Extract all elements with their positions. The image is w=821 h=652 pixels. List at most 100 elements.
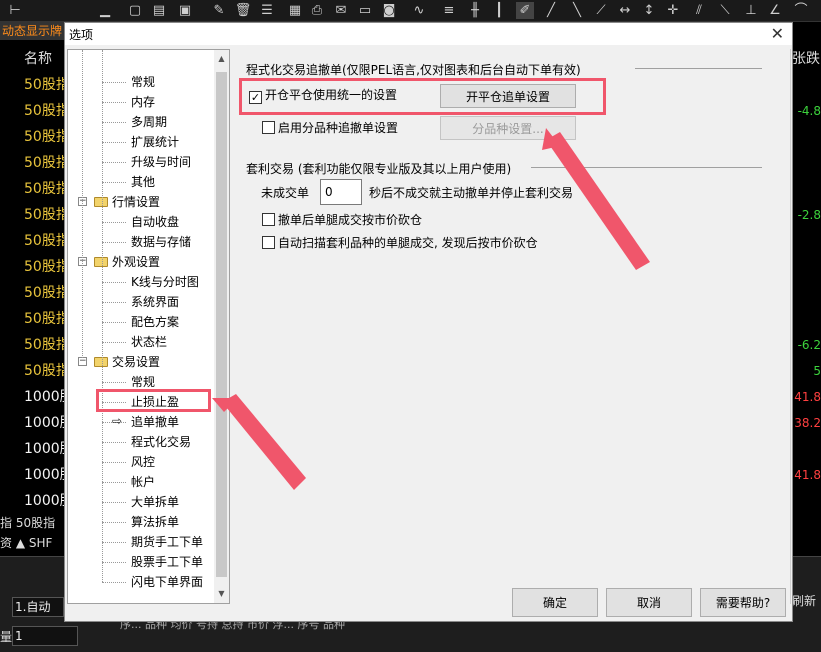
- draw-icon[interactable]: ✐: [516, 2, 534, 19]
- tree-item[interactable]: 常规: [131, 72, 155, 92]
- quote-row-name[interactable]: 1000股: [0, 462, 64, 488]
- camera-icon[interactable]: ◙: [380, 2, 398, 19]
- segment-tool-icon[interactable]: ⟋: [592, 2, 610, 19]
- cross-tool-icon[interactable]: ✛: [664, 2, 682, 19]
- unfilled-seconds-input[interactable]: 0: [320, 179, 362, 205]
- ok-button[interactable]: 确定: [512, 588, 598, 617]
- tree-item[interactable]: 股票手工下单: [131, 552, 203, 572]
- doc-icon[interactable]: ▭: [356, 2, 374, 19]
- tree-item[interactable]: 大单拆单: [131, 492, 179, 512]
- tree-item[interactable]: 内存: [131, 92, 155, 112]
- board-title: 动态显示牌: [0, 22, 64, 40]
- tree-item[interactable]: 其他: [131, 172, 155, 192]
- checkbox-icon[interactable]: [262, 121, 275, 134]
- order-mode-select[interactable]: 1.自动: [12, 597, 64, 617]
- exchange-tab-row[interactable]: 资 ▲ SHF: [0, 533, 64, 553]
- candle-icon[interactable]: ╫: [466, 2, 484, 19]
- tree-connector: [102, 142, 126, 143]
- tree-item[interactable]: 多周期: [131, 112, 167, 132]
- wave-icon[interactable]: ∿: [410, 2, 428, 19]
- mail-icon[interactable]: ✉: [332, 2, 350, 19]
- quote-row-name[interactable]: 50股指: [0, 306, 64, 332]
- bar-icon[interactable]: ┃: [490, 2, 508, 19]
- variety-setting-checkbox[interactable]: 启用分品种追撤单设置: [262, 120, 398, 138]
- folder-icon[interactable]: ▤: [150, 2, 168, 19]
- tree-item[interactable]: 升级与时间: [131, 152, 191, 172]
- hline-tool-icon[interactable]: ↔: [616, 2, 634, 19]
- section-divider: [531, 167, 762, 168]
- tree-scrollbar[interactable]: ▲ ▼: [214, 50, 229, 603]
- quote-row-name[interactable]: 50股指: [0, 280, 64, 306]
- quote-row-name[interactable]: 50股指: [0, 150, 64, 176]
- quote-row-name[interactable]: 50股指: [0, 72, 64, 98]
- layout-icon[interactable]: ▦: [286, 2, 304, 19]
- variety-settings-button[interactable]: 分品种设置...: [440, 116, 576, 140]
- pointer-icon[interactable]: ⊢: [6, 2, 24, 19]
- checkbox-icon[interactable]: [262, 236, 275, 249]
- tree-item[interactable]: 期货手工下单: [131, 532, 203, 552]
- checkbox-icon[interactable]: [262, 213, 275, 226]
- bottom-tab-row[interactable]: 指 50股指: [0, 513, 64, 533]
- angle-tool-icon[interactable]: ∠: [766, 2, 784, 19]
- tree-item[interactable]: 帐户: [131, 472, 155, 492]
- print-icon[interactable]: ⎙: [308, 2, 326, 19]
- tree-item[interactable]: 程式化交易: [131, 432, 191, 452]
- quote-row-name[interactable]: 50股指: [0, 254, 64, 280]
- close-icon[interactable]: ✕: [771, 24, 784, 43]
- tree-group-label[interactable]: 外观设置: [112, 252, 160, 272]
- ray-tool-icon[interactable]: ╲: [568, 2, 586, 19]
- tree-item[interactable]: 风控: [131, 452, 155, 472]
- window-icon[interactable]: ▢: [126, 2, 144, 19]
- cancel-leg-checkbox[interactable]: 撤单后单腿成交按市价砍仓: [262, 212, 422, 230]
- tree-group-label[interactable]: 行情设置: [112, 192, 160, 212]
- delete-icon[interactable]: 🗑: [234, 2, 252, 19]
- vline-tool-icon[interactable]: ↕: [640, 2, 658, 19]
- tree-item[interactable]: 配色方案: [131, 312, 179, 332]
- edit-icon[interactable]: ✎: [210, 2, 228, 19]
- quote-row-name[interactable]: 50股指: [0, 176, 64, 202]
- collapse-icon[interactable]: −: [78, 357, 87, 366]
- quote-change-value: -2.8: [797, 208, 821, 222]
- tree-item[interactable]: 数据与存储: [131, 232, 191, 252]
- quote-change-value: 41.8: [794, 468, 821, 482]
- quote-row-name[interactable]: 50股指: [0, 98, 64, 124]
- quote-row-name[interactable]: 1000股: [0, 436, 64, 462]
- quote-row-name[interactable]: 1000股: [0, 488, 64, 514]
- quote-row-name[interactable]: 50股指: [0, 358, 64, 384]
- quote-change-value: [792, 436, 821, 462]
- qty-input[interactable]: 1: [12, 626, 78, 646]
- tree-group-label[interactable]: 交易设置: [112, 352, 160, 372]
- tree-item[interactable]: 系统界面: [131, 292, 179, 312]
- quote-row-name[interactable]: 50股指: [0, 228, 64, 254]
- quote-row-name[interactable]: 50股指: [0, 332, 64, 358]
- tree-item[interactable]: 状态栏: [131, 332, 167, 352]
- cancel-button[interactable]: 取消: [606, 588, 692, 617]
- fib-tool-icon[interactable]: ⊥: [742, 2, 760, 19]
- refresh-button[interactable]: 刷新: [792, 592, 821, 609]
- save-icon[interactable]: ▣: [176, 2, 194, 19]
- lines-icon[interactable]: ≡: [440, 2, 458, 19]
- quote-row-name[interactable]: 1000股: [0, 384, 64, 410]
- quote-row-name[interactable]: 50股指: [0, 202, 64, 228]
- folder-icon: [94, 357, 108, 367]
- channel-tool-icon[interactable]: ⫽: [690, 2, 708, 19]
- tree-item[interactable]: K线与分时图: [131, 272, 199, 292]
- line-tool-icon[interactable]: ╱: [542, 2, 560, 19]
- trend-tool-icon[interactable]: ⟍: [716, 2, 734, 19]
- selected-arrow-icon: ⇨: [112, 414, 123, 428]
- tree-item[interactable]: 自动收盘: [131, 212, 179, 232]
- quote-row-name[interactable]: 1000股: [0, 410, 64, 436]
- scroll-up-icon[interactable]: ▲: [216, 52, 227, 66]
- scroll-down-icon[interactable]: ▼: [216, 587, 227, 601]
- scroll-thumb[interactable]: [216, 72, 227, 577]
- list-icon[interactable]: ☰: [258, 2, 276, 19]
- tree-item-selected[interactable]: 追单撤单: [131, 412, 179, 432]
- auto-scan-checkbox[interactable]: 自动扫描套利品种的单腿成交, 发现后按市价砍仓: [262, 235, 538, 253]
- hide-icon[interactable]: ▁: [96, 2, 114, 19]
- tree-item[interactable]: 算法拆单: [131, 512, 179, 532]
- arc-tool-icon[interactable]: ⌒: [792, 2, 810, 19]
- tree-item[interactable]: 扩展统计: [131, 132, 179, 152]
- tree-item[interactable]: 闪电下单界面: [131, 572, 203, 592]
- quote-row-name[interactable]: 50股指: [0, 124, 64, 150]
- help-button[interactable]: 需要帮助?: [700, 588, 786, 617]
